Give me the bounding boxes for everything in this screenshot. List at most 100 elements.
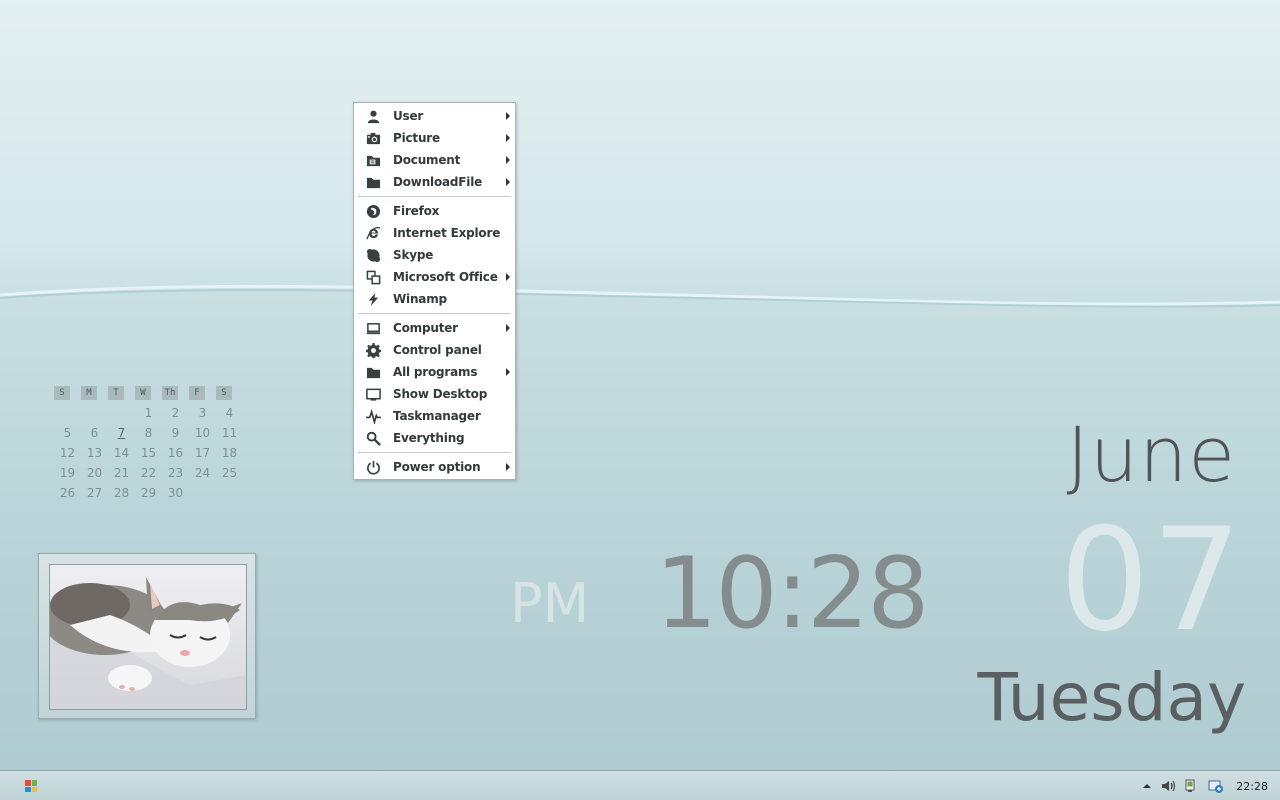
calendar-day[interactable]: 19 — [54, 466, 81, 480]
windows-logo-icon[interactable] — [25, 780, 37, 792]
calendar-day[interactable]: 24 — [189, 466, 216, 480]
calendar-weekday: M — [81, 386, 97, 400]
pulse-icon — [365, 408, 381, 424]
calendar-day[interactable]: 30 — [162, 486, 189, 500]
calendar-day[interactable]: 7 — [108, 426, 135, 440]
calendar-day[interactable]: 27 — [81, 486, 108, 500]
clock-time: 10:28 — [655, 537, 929, 651]
menu-separator — [354, 193, 515, 200]
menu-item-label: Internet Explore — [393, 226, 501, 240]
search-icon — [365, 430, 381, 446]
calendar-day[interactable]: 23 — [162, 466, 189, 480]
calendar-day[interactable]: 25 — [216, 466, 243, 480]
folder-icon — [365, 174, 381, 190]
calendar-day[interactable]: 20 — [81, 466, 108, 480]
office-icon — [365, 269, 381, 285]
calendar-day[interactable]: 11 — [216, 426, 243, 440]
calendar-day[interactable]: 18 — [216, 446, 243, 460]
menu-item-firefox[interactable]: Firefox — [354, 200, 515, 222]
user-icon — [365, 108, 381, 124]
calendar-day[interactable]: 17 — [189, 446, 216, 460]
clock-ampm: PM — [510, 572, 590, 635]
submenu-arrow-icon — [506, 463, 510, 471]
menu-item-taskmanager[interactable]: Taskmanager — [354, 405, 515, 427]
calendar-day[interactable]: 15 — [135, 446, 162, 460]
gear-icon — [365, 342, 381, 358]
menu-item-label: All programs — [393, 365, 478, 379]
calendar-day[interactable]: 22 — [135, 466, 162, 480]
volume-icon[interactable] — [1160, 778, 1176, 794]
calendar-weekday-header: S M T W Th F S — [54, 386, 244, 400]
lightning-icon — [365, 291, 381, 307]
menu-item-skype[interactable]: Skype — [354, 244, 515, 266]
calendar-day[interactable]: 3 — [189, 406, 216, 420]
calendar-day — [81, 406, 108, 420]
calendar-weekday: W — [135, 386, 151, 400]
show-hidden-icons-arrow-icon[interactable] — [1142, 781, 1152, 791]
submenu-arrow-icon — [506, 368, 510, 376]
menu-item-picture[interactable]: Picture — [354, 127, 515, 149]
calendar-week: 26 27 28 29 30 — [54, 486, 244, 500]
calendar-day[interactable]: 29 — [135, 486, 162, 500]
start-menu: User Picture Document DownloadFile Firefox In… — [353, 102, 516, 480]
calendar-day[interactable]: 14 — [108, 446, 135, 460]
menu-item-everything[interactable]: Everything — [354, 427, 515, 449]
menu-item-label: Taskmanager — [393, 409, 481, 423]
menu-item-control-panel[interactable]: Control panel — [354, 339, 515, 361]
menu-item-label: Power option — [393, 460, 481, 474]
menu-item-microsoft-office[interactable]: Microsoft Office — [354, 266, 515, 288]
submenu-arrow-icon — [506, 134, 510, 142]
network-icon[interactable] — [1184, 778, 1200, 794]
calendar-day[interactable]: 8 — [135, 426, 162, 440]
calendar-day[interactable]: 26 — [54, 486, 81, 500]
menu-item-computer[interactable]: Computer — [354, 317, 515, 339]
calendar-week: 1234 — [54, 406, 244, 420]
calendar-day — [216, 486, 243, 500]
menu-item-label: Picture — [393, 131, 440, 145]
folder-icon — [365, 364, 381, 380]
calendar-weekday: Th — [162, 386, 178, 400]
calendar-day[interactable]: 2 — [162, 406, 189, 420]
power-icon — [365, 459, 381, 475]
menu-item-power-option[interactable]: Power option — [354, 456, 515, 478]
menu-item-show-desktop[interactable]: Show Desktop — [354, 383, 515, 405]
photo-widget[interactable] — [38, 553, 256, 719]
calendar-day[interactable]: 13 — [81, 446, 108, 460]
calendar-weekday: T — [108, 386, 124, 400]
submenu-arrow-icon — [506, 112, 510, 120]
menu-item-label: Microsoft Office — [393, 270, 498, 284]
calendar-day[interactable]: 21 — [108, 466, 135, 480]
calendar-weekday: F — [189, 386, 205, 400]
calendar-day — [108, 406, 135, 420]
menu-item-label: Everything — [393, 431, 465, 445]
menu-item-all-programs[interactable]: All programs — [354, 361, 515, 383]
update-icon[interactable] — [1208, 778, 1224, 794]
clock-month: June — [1066, 410, 1236, 499]
system-tray: 22:28 — [1142, 771, 1280, 800]
menu-item-winamp[interactable]: Winamp — [354, 288, 515, 310]
calendar-day[interactable]: 5 — [54, 426, 81, 440]
menu-item-label: Firefox — [393, 204, 440, 218]
calendar-day[interactable]: 16 — [162, 446, 189, 460]
submenu-arrow-icon — [506, 324, 510, 332]
firefox-icon — [365, 203, 381, 219]
calendar-widget: S M T W Th F S 1 2 3 4 5 6 7 8 9 10 11 12 13 14 15 16 17 18 19 20… — [54, 386, 244, 500]
document-folder-icon — [365, 152, 381, 168]
calendar-day[interactable]: 4 — [216, 406, 243, 420]
calendar-day[interactable]: 12 — [54, 446, 81, 460]
menu-item-user[interactable]: User — [354, 105, 515, 127]
taskbar-clock[interactable]: 22:28 — [1236, 780, 1268, 793]
calendar-day[interactable]: 1 — [135, 406, 162, 420]
calendar-day[interactable]: 6 — [81, 426, 108, 440]
calendar-day[interactable]: 9 — [162, 426, 189, 440]
menu-item-internet-explore[interactable]: Internet Explore — [354, 222, 515, 244]
calendar-weekday: S — [54, 386, 70, 400]
menu-item-document[interactable]: Document — [354, 149, 515, 171]
menu-item-label: Winamp — [393, 292, 447, 306]
calendar-day[interactable]: 10 — [189, 426, 216, 440]
skype-icon — [365, 247, 381, 263]
menu-item-label: Computer — [393, 321, 458, 335]
menu-item-downloadfile[interactable]: DownloadFile — [354, 171, 515, 193]
menu-separator — [354, 449, 515, 456]
calendar-day[interactable]: 28 — [108, 486, 135, 500]
